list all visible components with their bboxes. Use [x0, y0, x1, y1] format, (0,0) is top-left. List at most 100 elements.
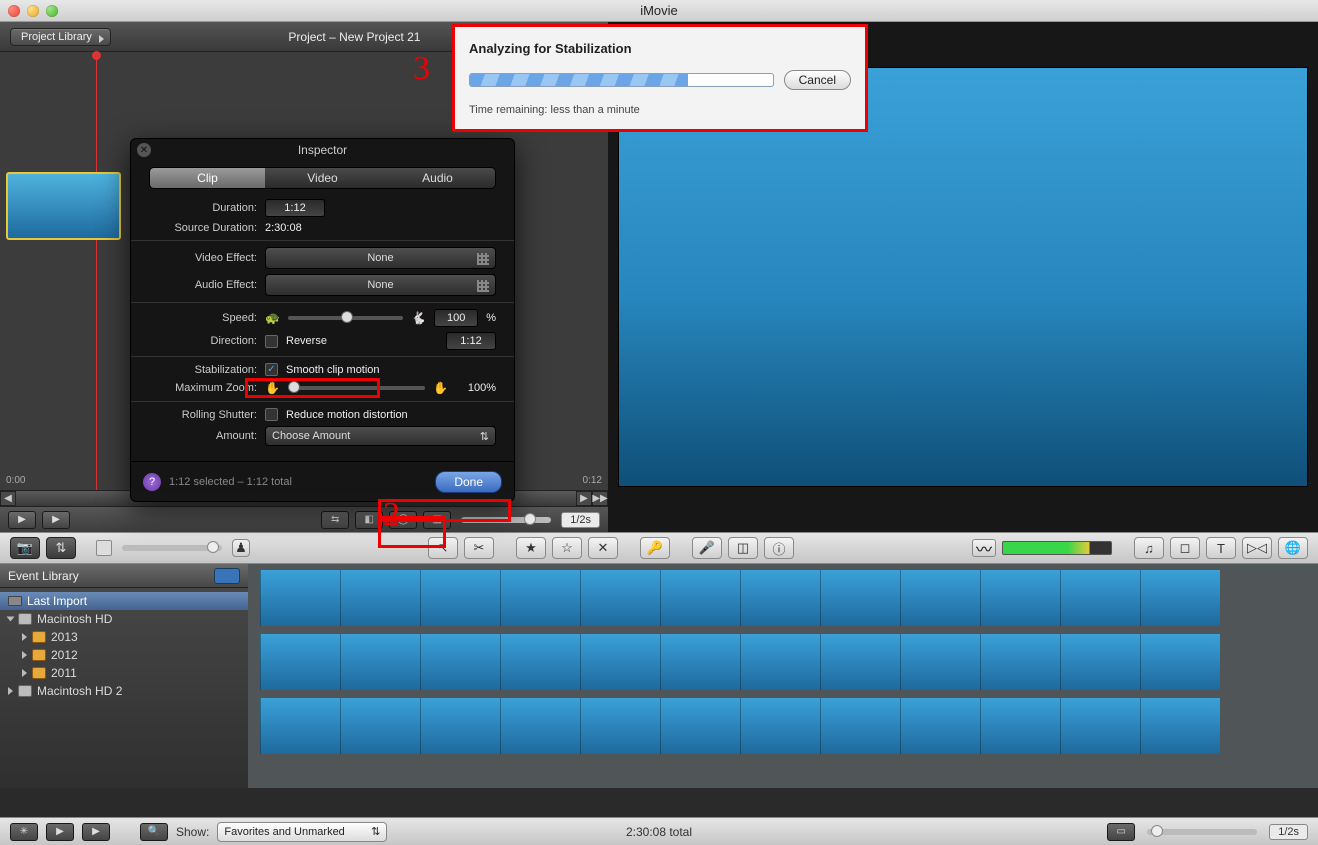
play-event-button[interactable]: ▶ — [46, 823, 74, 841]
window-titlebar: iMovie — [0, 0, 1318, 22]
favorite-button[interactable]: ★ — [516, 537, 546, 559]
event-last-import[interactable]: Last Import — [0, 592, 248, 610]
event-year-2011[interactable]: 2011 — [0, 664, 248, 682]
new-event-button[interactable]: ✳ — [10, 823, 38, 841]
reverse-label: Reverse — [286, 335, 327, 347]
cancel-button[interactable]: Cancel — [784, 70, 851, 90]
done-button[interactable]: Done — [435, 471, 502, 493]
scroll-left-icon[interactable]: ◀ — [0, 491, 16, 506]
inspector-tabs: Clip Video Audio — [149, 167, 496, 189]
edit-tool-button[interactable]: ✂ — [464, 537, 494, 559]
inspector-button[interactable]: ⓘ — [764, 537, 794, 559]
arrow-tool-button[interactable]: ↖ — [428, 537, 458, 559]
audio-waveform-icon[interactable]: 〰 — [972, 539, 996, 557]
amount-select[interactable]: Choose Amount⇅ — [265, 426, 496, 446]
disclosure-icon[interactable] — [7, 617, 15, 622]
speed-unit: % — [486, 312, 496, 324]
grid-icon — [477, 280, 489, 292]
filmstrip-row[interactable] — [260, 698, 1306, 754]
disclosure-icon[interactable] — [22, 651, 27, 659]
calendar-icon — [32, 667, 46, 679]
tab-clip[interactable]: Clip — [150, 168, 265, 188]
event-tree[interactable]: Last Import Macintosh HD 2013 2012 2011 — [0, 588, 248, 788]
photo-browser-button[interactable]: ◻ — [1170, 537, 1200, 559]
play-fullscreen-button[interactable]: ▶ — [42, 511, 70, 529]
playhead[interactable] — [96, 52, 97, 490]
disclosure-icon[interactable] — [22, 633, 27, 641]
max-zoom-slider[interactable] — [288, 386, 425, 390]
video-effect-value: None — [367, 252, 393, 264]
marker-button[interactable]: ◧ — [355, 511, 383, 529]
help-button[interactable]: ? — [143, 473, 161, 491]
unmark-button[interactable]: ☆ — [552, 537, 582, 559]
filmstrip-row[interactable] — [260, 634, 1306, 690]
duration-label: Duration: — [149, 202, 257, 214]
person-icon[interactable]: ♟ — [232, 539, 250, 557]
audio-meter — [1002, 541, 1112, 555]
close-icon[interactable]: ✕ — [137, 143, 151, 157]
crop-tool-button[interactable]: ◫ — [728, 537, 758, 559]
event-mac-hd[interactable]: Macintosh HD — [0, 610, 248, 628]
reject-button[interactable]: ✕ — [588, 537, 618, 559]
search-button[interactable]: 🔍 — [140, 823, 168, 841]
event-library-toggle-icon[interactable] — [214, 568, 240, 584]
disclosure-icon[interactable] — [22, 669, 27, 677]
tab-audio[interactable]: Audio — [380, 168, 495, 188]
event-item-label: Last Import — [27, 594, 87, 608]
event-zoom-slider[interactable] — [1147, 829, 1257, 835]
event-browser[interactable] — [248, 564, 1318, 788]
play-event-full-button[interactable]: ▶ — [82, 823, 110, 841]
reverse-checkbox[interactable] — [265, 335, 278, 348]
calendar-icon — [32, 649, 46, 661]
project-clip-thumbnail[interactable] — [6, 172, 121, 240]
event-year-2012[interactable]: 2012 — [0, 646, 248, 664]
thumbnail-size-button[interactable]: ▦ — [423, 511, 451, 529]
maps-browser-button[interactable]: 🌐 — [1278, 537, 1308, 559]
audio-effect-label: Audio Effect: — [149, 279, 257, 291]
swap-events-button[interactable]: ⇅ — [46, 537, 76, 559]
smooth-clip-checkbox[interactable] — [265, 363, 278, 376]
filmstrip-row[interactable] — [260, 570, 1306, 626]
rolling-shutter-label: Rolling Shutter: — [149, 409, 257, 421]
speed-field[interactable] — [434, 309, 478, 327]
title-browser-button[interactable]: T — [1206, 537, 1236, 559]
voiceover-button[interactable]: ◯ — [389, 511, 417, 529]
scroll-right-icon[interactable]: ▶ — [576, 491, 592, 506]
timeline-end-time: 0:12 — [583, 475, 602, 486]
hand-max-icon: ✋ — [433, 381, 448, 395]
keyword-button[interactable]: 🔑 — [640, 537, 670, 559]
duration-field[interactable] — [265, 199, 325, 217]
audio-effect-button[interactable]: None — [265, 274, 496, 296]
calendar-icon — [32, 631, 46, 643]
frame-toggle-icon[interactable] — [96, 540, 112, 556]
progress-fill — [470, 74, 688, 86]
chevron-updown-icon: ⇅ — [480, 430, 489, 443]
inspector-titlebar[interactable]: ✕ Inspector — [131, 139, 514, 161]
speed-slider[interactable] — [288, 316, 403, 320]
harddrive-icon — [18, 613, 32, 625]
event-year-2013[interactable]: 2013 — [0, 628, 248, 646]
video-effect-button[interactable]: None — [265, 247, 496, 269]
event-library-title: Event Library — [8, 569, 79, 583]
voiceover-tool-button[interactable]: 🎤 — [692, 537, 722, 559]
show-filter-select[interactable]: Favorites and Unmarked⇅ — [217, 822, 387, 842]
scroll-end-icon[interactable]: ▶▶ — [592, 491, 608, 506]
project-library-button[interactable]: Project Library — [10, 28, 111, 46]
import-camera-button[interactable]: 📷 — [10, 537, 40, 559]
transition-browser-button[interactable]: ▷◁ — [1242, 537, 1272, 559]
rolling-shutter-checkbox[interactable] — [265, 408, 278, 421]
speed-label: Speed: — [149, 312, 257, 324]
tab-video[interactable]: Video — [265, 168, 380, 188]
disclosure-icon[interactable] — [8, 687, 13, 695]
thumbnail-slider[interactable] — [122, 545, 222, 551]
turtle-icon: 🐢 — [265, 311, 280, 325]
play-button[interactable]: ▶ — [8, 511, 36, 529]
swap-button[interactable]: ⇆ — [321, 511, 349, 529]
event-mac-hd-2[interactable]: Macintosh HD 2 — [0, 682, 248, 700]
event-thumb-toggle[interactable]: ▭ — [1107, 823, 1135, 841]
project-zoom-slider[interactable] — [461, 517, 551, 523]
event-item-label: 2012 — [51, 648, 78, 662]
inspector-footer-status: 1:12 selected – 1:12 total — [169, 476, 292, 488]
music-browser-button[interactable]: ♫ — [1134, 537, 1164, 559]
direction-field[interactable] — [446, 332, 496, 350]
